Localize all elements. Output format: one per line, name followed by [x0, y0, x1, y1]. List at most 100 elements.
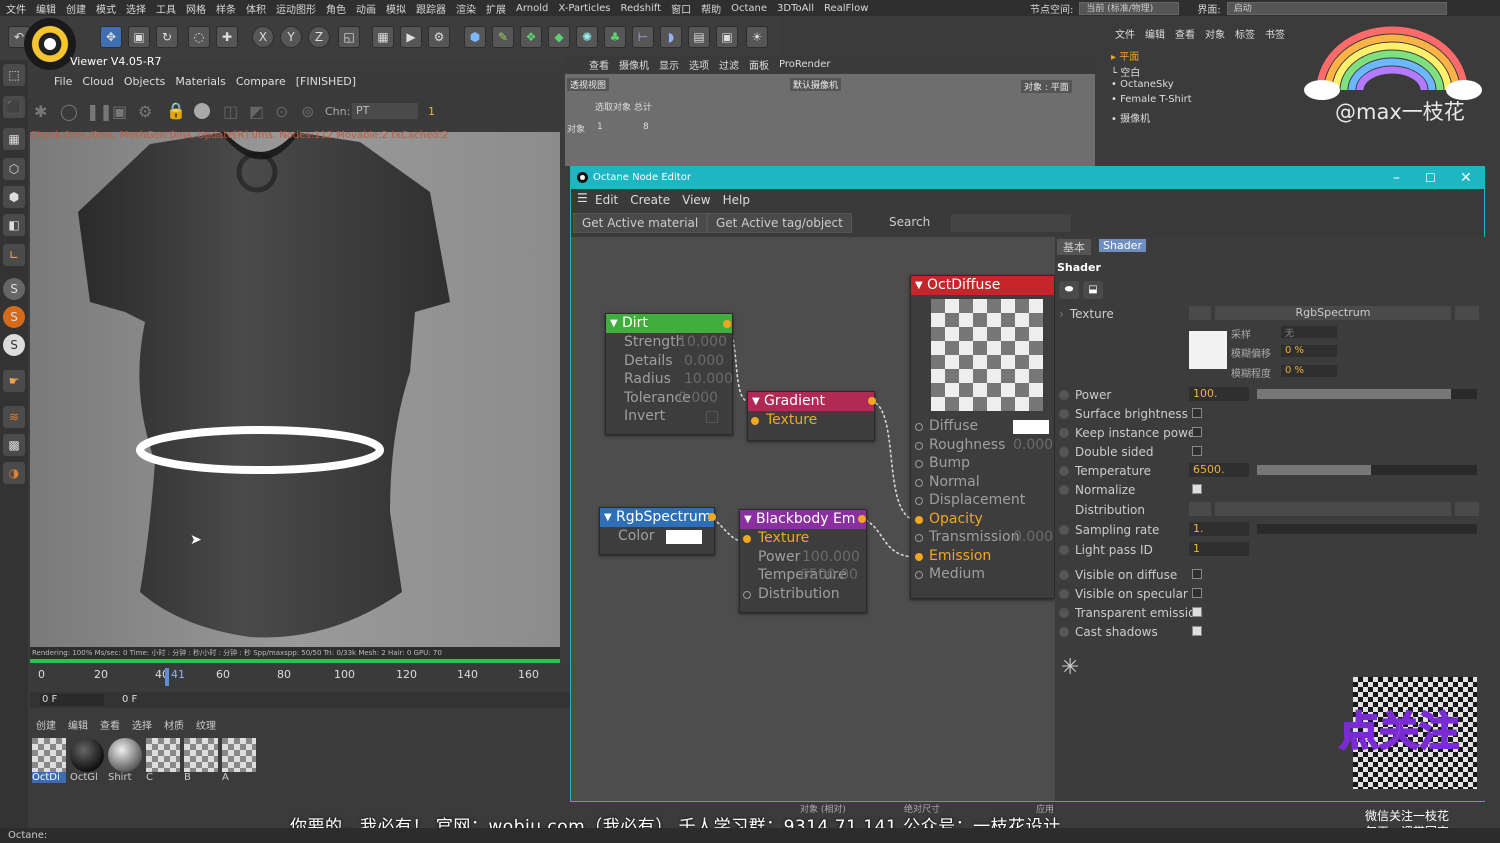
y-axis-icon[interactable]: Y	[280, 26, 302, 48]
render-settings-icon[interactable]: ⚙	[428, 26, 450, 48]
tab-basic[interactable]: 基本	[1057, 239, 1091, 255]
blur-offset-value[interactable]: 0 %	[1281, 345, 1337, 357]
menu-item-extensions[interactable]: 扩展	[486, 1, 506, 16]
object-menu-tags[interactable]: 标签	[1235, 26, 1255, 41]
material-item[interactable]: A	[222, 738, 256, 786]
cast-shadows-checkbox[interactable]	[1192, 626, 1202, 636]
timeline[interactable]: 0 20 40 41 60 80 100 120 140 160	[30, 664, 570, 692]
power-slider[interactable]	[1257, 389, 1477, 399]
collapse-icon[interactable]: ▼	[610, 314, 618, 333]
object-row[interactable]: └ 空白	[1111, 64, 1140, 79]
blur-scale-value[interactable]: 0 %	[1281, 365, 1337, 377]
view-menu-camera[interactable]: 摄像机	[619, 57, 649, 72]
settings-icon[interactable]: ✱	[34, 102, 47, 121]
viewer-menu-objects[interactable]: Objects	[124, 75, 166, 88]
view-menu-display[interactable]: 显示	[659, 57, 679, 72]
perspective-viewport[interactable]: 透视视图 默认摄像机 选取对象 总计 对象 1 8 对象 : 平面	[565, 74, 1095, 166]
get-active-material-button[interactable]: Get Active material	[573, 213, 708, 233]
material-menu-texture[interactable]: 纹理	[196, 717, 216, 732]
symmetry-icon[interactable]: S	[3, 334, 25, 356]
node-port-details[interactable]: Details 0.000	[606, 352, 732, 371]
object-menu-view[interactable]: 查看	[1175, 26, 1195, 41]
make-editable-icon[interactable]: ⬚	[3, 64, 25, 86]
sampling-rate-field[interactable]: 1.	[1189, 522, 1249, 536]
diffuse-swatch[interactable]	[1013, 420, 1049, 434]
node-port-tolerance[interactable]: Tolerance 0.000	[606, 389, 732, 408]
object-menu-edit[interactable]: 编辑	[1145, 26, 1165, 41]
output-port[interactable]	[868, 397, 876, 405]
menu-item-3dtoall[interactable]: 3DToAll	[777, 3, 814, 14]
viewer-menu-compare[interactable]: Compare	[236, 75, 286, 88]
dirt-node-header[interactable]: ▼ Dirt	[606, 314, 732, 333]
distribution-expand-button[interactable]	[1189, 502, 1211, 516]
start-frame-field[interactable]: 0 F	[40, 694, 104, 706]
distribution-field[interactable]	[1215, 502, 1451, 516]
surface-brightness-checkbox[interactable]	[1192, 408, 1202, 418]
viewer-menu-materials[interactable]: Materials	[175, 75, 225, 88]
camera-icon[interactable]: ▣	[716, 26, 738, 48]
menu-item-realflow[interactable]: RealFlow	[824, 3, 868, 14]
viewer-menu-cloud[interactable]: Cloud	[82, 75, 113, 88]
object-menu-file[interactable]: 文件	[1115, 26, 1135, 41]
coord-system-icon[interactable]: ◱	[338, 26, 360, 48]
view-menu-prorender[interactable]: ProRender	[779, 59, 830, 70]
menu-item-edit[interactable]: 编辑	[36, 1, 56, 16]
node-port-strength[interactable]: Strength 10.000	[606, 333, 732, 352]
chn-number[interactable]: 1	[428, 105, 435, 118]
menu-item-arnold[interactable]: Arnold	[516, 3, 548, 14]
double-sided-checkbox[interactable]	[1192, 446, 1202, 456]
node-port-radius[interactable]: Radius 10.000	[606, 370, 733, 389]
node-port-diffuse[interactable]: Diffuse	[911, 417, 1054, 436]
search-input[interactable]	[951, 214, 1071, 232]
node-port-invert[interactable]: Invert	[606, 407, 732, 426]
temperature-field[interactable]: 6500.	[1189, 463, 1249, 477]
maximize-icon[interactable]: ☐	[1425, 167, 1436, 189]
rotate-tool-icon[interactable]: ↻	[156, 26, 178, 48]
node-port-texture[interactable]: Texture	[740, 529, 866, 548]
node-port-opacity[interactable]: Opacity	[911, 510, 1054, 529]
object-row[interactable]: ▸ 平面	[1111, 48, 1139, 63]
menu-item-volume[interactable]: 体积	[246, 1, 266, 16]
add-tool-icon[interactable]: ✚	[216, 26, 238, 48]
scale-tool-icon[interactable]: ▣	[128, 26, 150, 48]
grid-icon[interactable]: ≋	[3, 406, 25, 428]
menu-item-mograph[interactable]: 运动图形	[276, 1, 316, 16]
material-item[interactable]: B	[184, 738, 218, 786]
pin-icon[interactable]: ⬓	[1083, 281, 1103, 299]
collapse-icon[interactable]: ▼	[915, 276, 923, 295]
node-port-transmission[interactable]: Transmission 0.000	[911, 528, 1054, 547]
close-icon[interactable]: ✕	[1460, 167, 1472, 189]
editor-menu-view[interactable]: View	[682, 193, 710, 207]
render-viewport[interactable]: ➤	[30, 132, 560, 647]
node-port-temperature[interactable]: Temperature 6500.00	[740, 566, 866, 585]
node-port-color[interactable]: Color	[600, 527, 714, 546]
node-port-medium[interactable]: Medium	[911, 565, 1054, 584]
get-active-tag-button[interactable]: Get Active tag/object	[707, 213, 852, 233]
menu-item-tracker[interactable]: 跟踪器	[416, 1, 446, 16]
octdiffuse-node[interactable]: ▼ OctDiffuse Diffuse Roughness 0.000 Bump …	[910, 275, 1055, 599]
object-menu-object[interactable]: 对象	[1205, 26, 1225, 41]
menu-item-xparticles[interactable]: X-Particles	[558, 3, 610, 14]
node-space-dropdown[interactable]: 当前 (标准/物理)	[1079, 1, 1180, 15]
axis-mode-icon[interactable]: ∟	[3, 244, 25, 266]
invert-checkbox[interactable]	[706, 411, 718, 423]
layout-dropdown[interactable]: 启动	[1226, 1, 1447, 15]
current-frame-field[interactable]: 0 F	[122, 694, 137, 705]
editor-menu-edit[interactable]: Edit	[595, 193, 618, 207]
floor-icon[interactable]: ▤	[688, 26, 710, 48]
cube-icon[interactable]: ⬢	[464, 26, 486, 48]
color-swatch[interactable]	[666, 530, 702, 544]
pin-icon[interactable]: ⊙	[275, 102, 288, 121]
playhead[interactable]	[165, 668, 169, 686]
live-select-icon[interactable]: ◌	[188, 26, 210, 48]
editor-menu-help[interactable]: Help	[723, 193, 750, 207]
transparent-emission-checkbox[interactable]	[1192, 607, 1202, 617]
region-icon[interactable]: ◫	[223, 102, 238, 121]
viewer-menu-file[interactable]: File	[54, 75, 72, 88]
material-item[interactable]: C	[146, 738, 180, 786]
mograph-icon[interactable]: ✺	[576, 26, 598, 48]
sample-value[interactable]: 无	[1281, 326, 1337, 339]
object-row[interactable]: • Female T-Shirt	[1111, 94, 1192, 105]
menu-item-mesh[interactable]: 网格	[186, 1, 206, 16]
menu-item-simulate[interactable]: 模拟	[386, 1, 406, 16]
